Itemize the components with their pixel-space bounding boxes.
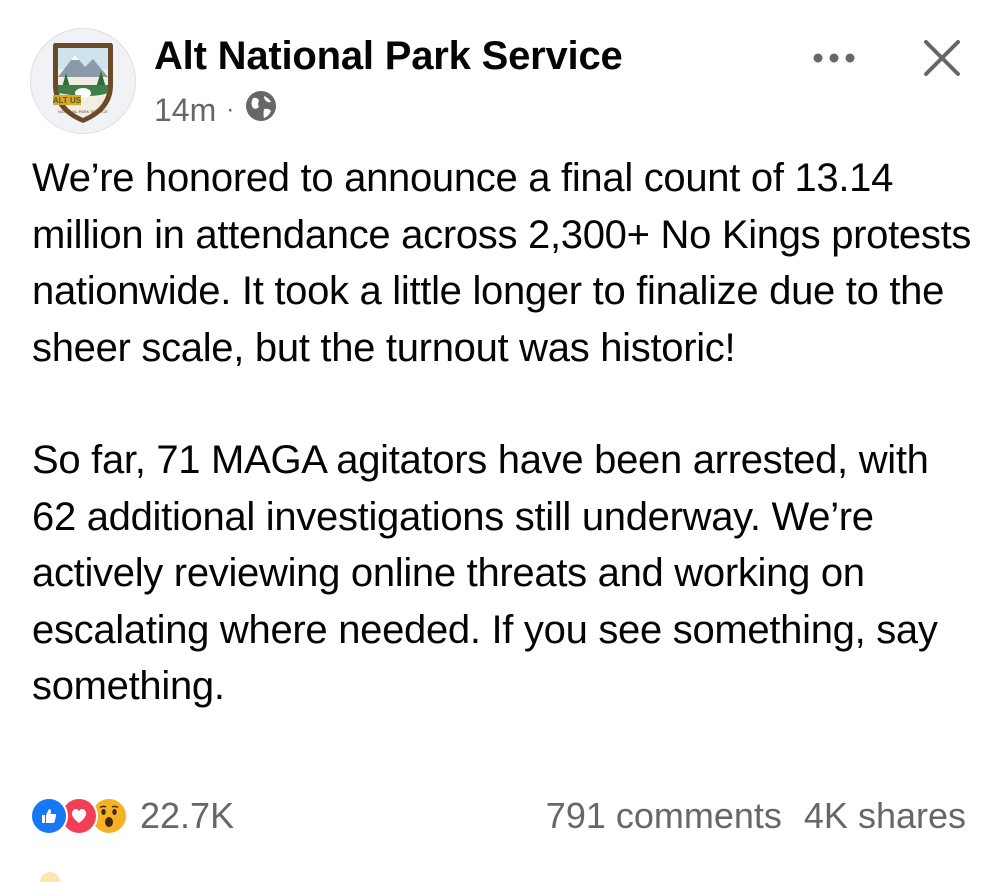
alt-us-nps-logo-icon: ALT US NATIONAL PARK SERVICE [31,29,135,133]
close-button[interactable] [914,30,970,86]
avatar[interactable]: ALT US NATIONAL PARK SERVICE [30,28,136,134]
reactions-summary[interactable]: 22.7K [30,788,234,844]
post-body: We’re honored to announce a final count … [32,150,977,715]
close-icon [924,40,960,76]
shares-count-link[interactable]: 4K shares [804,795,966,837]
reaction-count: 22.7K [140,795,235,836]
post-meta: 14m · [154,90,278,130]
globe-icon [244,89,278,131]
post-paragraph: We’re honored to announce a final count … [32,156,972,370]
post-author-name[interactable]: Alt National Park Service [154,34,623,79]
post-timestamp[interactable]: 14m [154,92,216,129]
post-header: ALT US NATIONAL PARK SERVICE Alt Nationa… [30,28,970,134]
engagement-stats: 791 comments 4K shares [546,788,966,844]
post-footer: 22.7K 791 comments 4K shares [30,788,970,844]
next-reaction-peek [40,872,60,882]
like-icon [30,797,68,835]
more-options-button[interactable] [806,38,862,78]
avatar-badge-subtext: NATIONAL PARK SERVICE [58,109,108,114]
more-horizontal-icon [813,53,855,63]
post-paragraph: So far, 71 MAGA agitators have been arre… [32,438,938,708]
meta-separator: · [226,96,235,123]
avatar-badge-text: ALT US [53,96,82,105]
comments-count-link[interactable]: 791 comments [546,795,782,837]
post-card: ALT US NATIONAL PARK SERVICE Alt Nationa… [0,0,1000,882]
